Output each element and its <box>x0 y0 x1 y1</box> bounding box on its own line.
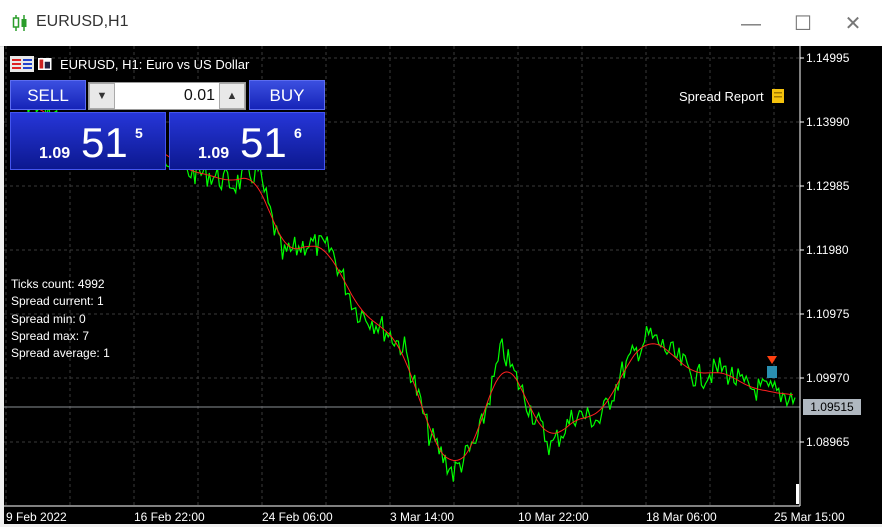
stat-spread-average: Spread average: 1 <box>11 346 110 361</box>
lot-increase-icon[interactable]: ▲ <box>219 83 245 109</box>
buy-price-prefix: 1.09 <box>198 145 230 162</box>
sell-price-pips: 51 <box>81 119 128 166</box>
lot-size-value[interactable]: 0.01 <box>119 87 215 105</box>
sell-button[interactable]: SELL <box>10 80 86 110</box>
time-label: 10 Mar 22:00 <box>518 510 589 524</box>
stat-spread-min: Spread min: 0 <box>11 311 86 326</box>
spread-statistics: Ticks count: 4992 Spread current: 1 Spre… <box>11 276 110 362</box>
sell-price-prefix: 1.09 <box>39 145 71 162</box>
price-label: 1.10975 <box>806 307 850 321</box>
report-icon <box>771 89 784 103</box>
sell-price-fraction: 5 <box>135 125 143 141</box>
time-label: 9 Feb 2022 <box>6 510 67 524</box>
price-label: 1.08965 <box>806 435 850 449</box>
time-label: 24 Feb 06:00 <box>262 510 333 524</box>
time-label: 18 Mar 06:00 <box>646 510 717 524</box>
price-label: 1.14995 <box>806 51 850 65</box>
chart-symbol-header: EURUSD, H1: Euro vs US Dollar <box>10 56 249 72</box>
symbol-description: EURUSD, H1: Euro vs US Dollar <box>60 56 250 72</box>
stat-spread-current: Spread current: 1 <box>11 294 104 309</box>
price-label: 1.13990 <box>806 115 850 129</box>
sell-price-box[interactable]: 1.09 51 5 <box>10 112 166 170</box>
buy-price-box[interactable]: 1.09 51 6 <box>169 112 325 170</box>
buy-price-fraction: 6 <box>294 125 302 141</box>
symbol-indicator-icon <box>38 58 52 70</box>
lot-decrease-icon[interactable]: ▼ <box>89 83 115 109</box>
price-label: 1.12985 <box>806 179 850 193</box>
buy-button[interactable]: BUY <box>249 80 325 110</box>
time-label: 25 Mar 15:00 <box>774 510 845 524</box>
current-price-tag: 1.09515 <box>803 399 861 415</box>
buy-price-pips: 51 <box>240 119 287 166</box>
spread-report-label: Spread Report <box>679 88 764 104</box>
stat-spread-max: Spread max: 7 <box>11 328 90 343</box>
lot-size-stepper[interactable]: ▼ 0.01 ▲ <box>88 82 246 110</box>
eu-us-flag-icon <box>10 56 34 72</box>
spread-report-button[interactable]: Spread Report <box>679 88 786 104</box>
last-bar-marker <box>796 484 799 504</box>
time-label: 3 Mar 14:00 <box>390 510 455 524</box>
trade-marker-icon <box>767 366 777 378</box>
time-label: 16 Feb 22:00 <box>134 510 205 524</box>
one-click-trade-panel: SELL ▼ 0.01 ▲ BUY 1.09 51 5 1.09 51 6 <box>10 80 325 170</box>
price-label: 1.09970 <box>806 371 850 385</box>
price-label: 1.11980 <box>806 243 849 257</box>
stat-ticks-count: Ticks count: 4992 <box>11 277 105 291</box>
down-arrow-icon <box>767 356 777 364</box>
price-axis-ticks <box>800 57 804 443</box>
